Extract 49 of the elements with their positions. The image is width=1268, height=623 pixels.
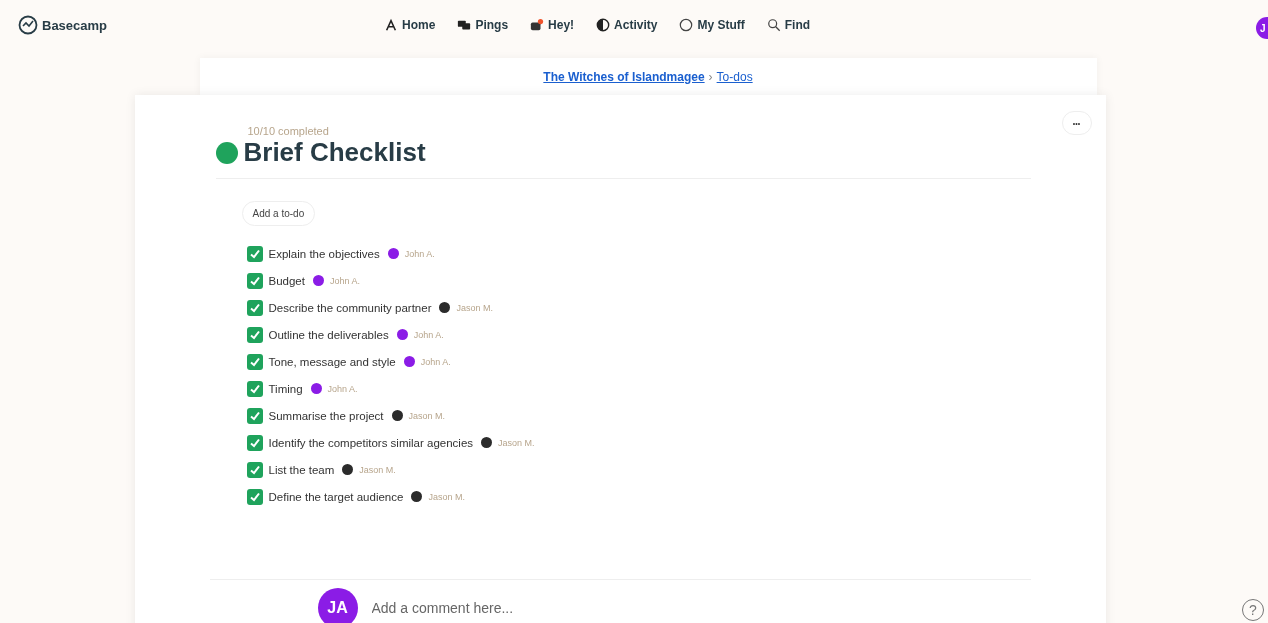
- nav-link[interactable]: Hey!: [528, 16, 577, 34]
- assignee-name: Jason M.: [428, 491, 465, 502]
- activity-icon: [596, 18, 611, 32]
- commenter-avatar: JA: [317, 587, 358, 623]
- assignee-name: Jason M.: [408, 410, 446, 421]
- nav-link[interactable]: Find: [764, 16, 813, 34]
- todo-text[interactable]: Tone, message and style: [268, 355, 396, 368]
- checkbox[interactable]: [246, 353, 263, 370]
- project-link[interactable]: The Witches of Islandmagee: [543, 69, 705, 84]
- checkbox[interactable]: [246, 434, 263, 451]
- progress-text: 10/10 completed: [247, 125, 330, 137]
- nav-link[interactable]: My Stuff: [677, 16, 747, 34]
- assignee-name: John A.: [327, 383, 358, 394]
- assignee-name: John A.: [404, 248, 435, 259]
- todo-text[interactable]: Identify the competitors similar agencies: [268, 436, 474, 449]
- checkbox[interactable]: [246, 461, 263, 478]
- user-avatar[interactable]: J: [1256, 17, 1268, 39]
- nav-link[interactable]: Activity: [594, 16, 660, 34]
- status-dot: [215, 141, 238, 164]
- todo-text[interactable]: Outline the deliverables: [268, 328, 389, 341]
- checkbox[interactable]: [246, 407, 263, 424]
- brand-name[interactable]: Basecamp: [42, 17, 108, 33]
- todo-text[interactable]: List the team: [268, 463, 335, 476]
- nav-link[interactable]: Home: [382, 16, 438, 34]
- todo-text[interactable]: Define the target audience: [268, 490, 404, 503]
- checkbox[interactable]: [246, 326, 263, 343]
- todo-text[interactable]: Budget: [268, 274, 305, 287]
- find-icon: [766, 18, 781, 32]
- assignee-name: John A.: [329, 275, 360, 286]
- breadcrumb-separator: ›: [708, 69, 713, 84]
- todo-text[interactable]: Describe the community partner: [268, 301, 432, 314]
- list-title: Brief Checklist: [243, 137, 426, 168]
- assignee-name: Jason M.: [456, 302, 493, 313]
- todo-text[interactable]: Explain the objectives: [268, 247, 380, 260]
- checkbox[interactable]: [246, 272, 263, 289]
- todo-text[interactable]: Summarise the project: [268, 409, 384, 422]
- checkbox[interactable]: [246, 299, 263, 316]
- add-todo-button[interactable]: Add a to-do: [241, 201, 316, 226]
- section-link[interactable]: To-dos: [716, 69, 753, 84]
- assignee-name: John A.: [413, 329, 444, 340]
- assignee-name: Jason M.: [498, 437, 535, 448]
- nav-link[interactable]: Pings: [455, 16, 511, 34]
- checkbox[interactable]: [246, 488, 263, 505]
- todo-text[interactable]: Timing: [268, 382, 303, 395]
- checkbox[interactable]: [246, 380, 263, 397]
- logo-icon: [18, 15, 38, 35]
- assignee-name: John A.: [420, 356, 451, 367]
- checkbox[interactable]: [246, 245, 263, 262]
- assignee-name: Jason M.: [359, 464, 396, 475]
